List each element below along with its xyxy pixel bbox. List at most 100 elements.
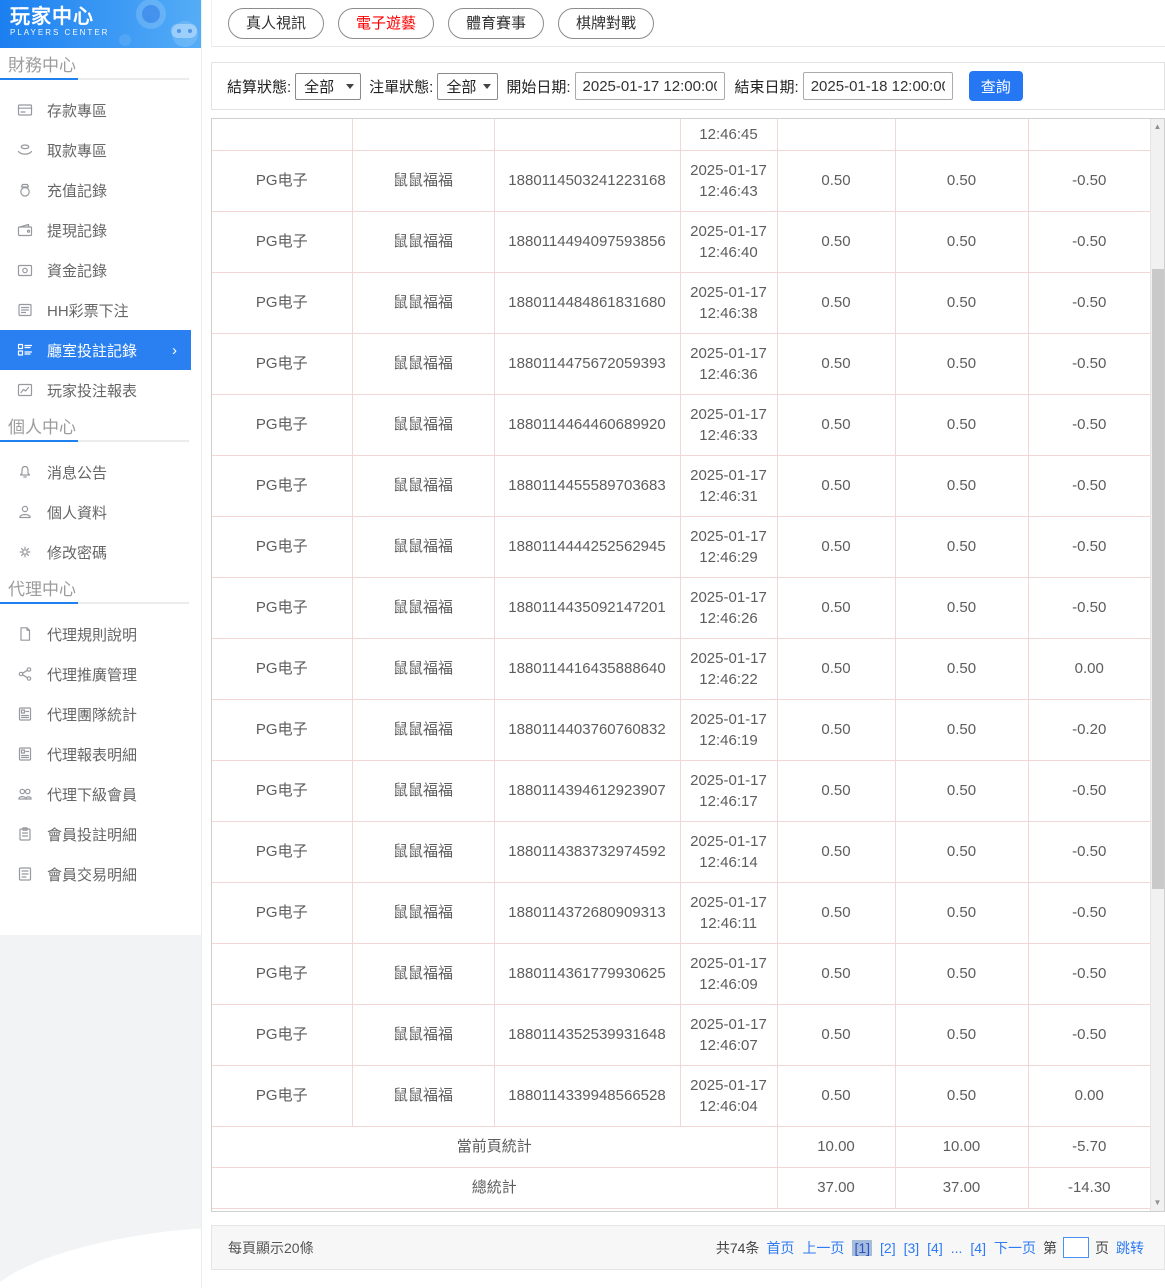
room-bet-records-icon — [17, 342, 33, 358]
table-row: PG电子 鼠鼠福福 1880114394612923907 2025-01-17 12:… — [212, 759, 1150, 822]
page-link[interactable]: [4] — [970, 1240, 986, 1256]
cell-valid-amount: 0.50 — [894, 271, 1029, 334]
sidebar-item[interactable]: 取款專區 — [0, 130, 191, 170]
sidebar-item-label: 資金記錄 — [47, 262, 108, 280]
jump-link[interactable]: 跳转 — [1116, 1238, 1144, 1258]
jump-page-input[interactable] — [1063, 1237, 1089, 1258]
profile-icon — [17, 504, 33, 520]
cell-time: 2025-01-17 12:46:22 — [679, 637, 778, 700]
cell-win-loss: -0.50 — [1027, 881, 1150, 944]
cell-valid-amount: 0.50 — [894, 454, 1029, 517]
cell-win-loss: -0.50 — [1027, 332, 1150, 395]
sidebar-item-label: 會員交易明細 — [47, 866, 138, 884]
category-tab[interactable]: 電子遊藝 — [338, 7, 435, 39]
scrollbar-thumb[interactable] — [1152, 269, 1164, 889]
table-row: PG电子 鼠鼠福福 1880114416435888640 2025-01-17 12:… — [212, 637, 1150, 700]
sidebar-item-label: 提現記錄 — [47, 222, 108, 240]
table-row: PG电子 鼠鼠福福 1880114383732974592 2025-01-17 12:… — [212, 820, 1150, 883]
page-link[interactable]: [2] — [880, 1240, 896, 1256]
sidebar-item[interactable]: 代理團隊統計 — [0, 694, 191, 734]
cell-win-loss: -0.50 — [1027, 820, 1150, 883]
jump-suffix-label: 页 — [1095, 1239, 1109, 1256]
page-link-current[interactable]: [1] — [852, 1239, 873, 1256]
section-underline — [0, 78, 189, 80]
cell-bet-id: 1880114352539931648 — [493, 1003, 681, 1066]
scroll-up-icon[interactable]: ▲ — [1151, 119, 1164, 135]
sidebar-item[interactable]: 代理推廣管理 — [0, 654, 191, 694]
cell-bet-id: 1880114435092147201 — [493, 576, 681, 639]
change-password-icon — [17, 544, 33, 560]
sidebar-item[interactable]: 充值記錄 — [0, 170, 191, 210]
cell-time: 2025-01-17 12:46:33 — [679, 393, 778, 456]
cell-win-loss: -0.50 — [1027, 942, 1150, 1005]
sidebar-item[interactable]: 代理下級會員 — [0, 774, 191, 814]
table-row: PG电子 鼠鼠福福 1880114475672059393 2025-01-17 12:… — [212, 332, 1150, 395]
funds-record-icon — [17, 262, 33, 278]
wave-decoration — [0, 1209, 201, 1288]
sidebar-item[interactable]: 廳室投註記錄 › — [0, 330, 191, 370]
scroll-down-icon[interactable]: ▼ — [1151, 1195, 1164, 1211]
section-underline — [0, 440, 189, 442]
sidebar-item[interactable]: 個人資料 — [0, 492, 191, 532]
page-link[interactable]: [4] — [927, 1240, 943, 1256]
sidebar-item[interactable]: 修改密碼 — [0, 532, 191, 572]
cell-bet-id: 1880114503241223168 — [493, 149, 681, 212]
cell-valid-amount: 0.50 — [894, 393, 1029, 456]
cell-win-loss: -0.20 — [1027, 698, 1150, 761]
cell-game: 鼠鼠福福 — [351, 1003, 495, 1066]
end-date-input[interactable] — [802, 72, 953, 100]
cell-game: 鼠鼠福福 — [351, 454, 495, 517]
sidebar-item[interactable]: HH彩票下注 — [0, 290, 191, 330]
cell-bet-amount: 0.50 — [776, 759, 896, 822]
sidebar-item[interactable]: 會員交易明細 — [0, 854, 191, 894]
start-date-input[interactable] — [574, 72, 725, 100]
cell-vendor: PG电子 — [212, 576, 353, 639]
table-row: PG电子 鼠鼠福福 1880114372680909313 2025-01-17 12:… — [212, 881, 1150, 944]
cell-valid-amount — [894, 119, 1029, 151]
category-tab[interactable]: 棋牌對戰 — [558, 7, 655, 39]
page-link[interactable]: [3] — [904, 1240, 920, 1256]
section-title: 代理中心 — [8, 580, 76, 599]
sidebar-item[interactable]: 代理規則說明 — [0, 614, 191, 654]
cell-bet-amount: 0.50 — [776, 149, 896, 212]
next-page-link[interactable]: 下一页 — [994, 1238, 1036, 1258]
cell-valid-amount: 0.50 — [894, 576, 1029, 639]
category-tab[interactable]: 真人視訊 — [228, 7, 325, 39]
cell-time: 2025-01-17 12:46:29 — [679, 515, 778, 578]
cell-bet-amount — [776, 119, 896, 151]
cell-game: 鼠鼠福福 — [351, 820, 495, 883]
search-button[interactable]: 查詢 — [968, 71, 1023, 101]
cell-vendor: PG电子 — [212, 759, 353, 822]
page-summary-row: 當前頁統計 10.00 10.00 -5.70 — [212, 1125, 1150, 1168]
cell-vendor: PG电子 — [212, 881, 353, 944]
vertical-scrollbar[interactable]: ▲ ▼ — [1150, 119, 1164, 1211]
table-row: PG电子 鼠鼠福福 1880114484861831680 2025-01-17 12:… — [212, 271, 1150, 334]
sidebar-item-label: HH彩票下注 — [47, 302, 129, 320]
settlement-status-select[interactable]: 全部 — [295, 72, 362, 100]
cell-vendor: PG电子 — [212, 454, 353, 517]
cell-game: 鼠鼠福福 — [351, 1064, 495, 1127]
cell-valid-amount: 0.50 — [894, 515, 1029, 578]
cell-valid-amount: 0.50 — [894, 698, 1029, 761]
settlement-status-value: 全部 — [304, 78, 335, 96]
sidebar-item[interactable]: 資金記錄 — [0, 250, 191, 290]
category-tab[interactable]: 體育賽事 — [448, 7, 545, 39]
summary-label: 當前頁統計 — [212, 1125, 778, 1168]
cell-vendor: PG电子 — [212, 210, 353, 273]
sidebar-item[interactable]: 會員投註明細 — [0, 814, 191, 854]
table-row: PG电子 鼠鼠福福 1880114503241223168 2025-01-17 12:… — [212, 149, 1150, 212]
cell-game — [351, 119, 495, 151]
sidebar-item[interactable]: 代理報表明細 — [0, 734, 191, 774]
sidebar-item[interactable]: 消息公告 — [0, 452, 191, 492]
cell-vendor: PG电子 — [212, 149, 353, 212]
sidebar-item-label: 取款專區 — [47, 142, 108, 160]
sidebar-item[interactable]: 玩家投注報表 — [0, 370, 191, 410]
prev-page-link[interactable]: 上一页 — [802, 1238, 844, 1258]
order-status-select[interactable]: 全部 — [437, 72, 499, 100]
sidebar-item[interactable]: 提現記錄 — [0, 210, 191, 250]
sidebar-item[interactable]: 存款專區 — [0, 90, 191, 130]
cell-win-loss: -0.50 — [1027, 210, 1150, 273]
cell-time: 2025-01-17 12:46:43 — [679, 149, 778, 212]
settlement-status-label: 結算狀態: — [227, 78, 292, 96]
first-page-link[interactable]: 首页 — [766, 1238, 794, 1258]
